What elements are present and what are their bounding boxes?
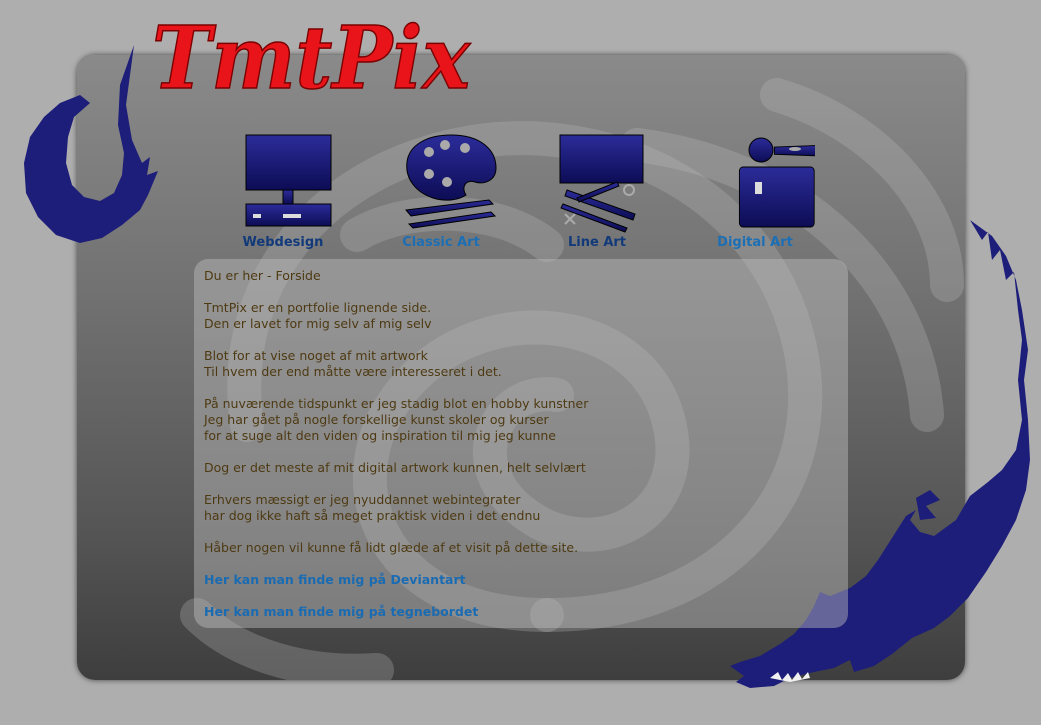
nav-label: Line Art [567,235,627,250]
text-line: Blot for at vise noget af mit artwork [204,348,428,363]
text-line: På nuværende tidspunkt er jeg stadig blo… [204,396,589,411]
nav-webdesign[interactable]: Webdesign [208,130,358,255]
palette-icon [405,134,497,229]
paragraph-work: Erhvers mæssigt er jeg nyuddannet webint… [204,492,834,524]
paragraph-hobby: På nuværende tidspunkt er jeg stadig blo… [204,396,834,444]
paragraph-artwork: Blot for at vise noget af mit artwork Ti… [204,348,834,380]
text-line: Dog er det meste af mit digital artwork … [204,460,586,475]
monitor-icon [245,134,332,227]
breadcrumb: Du er her - Forside [204,268,321,283]
nav-digital-art[interactable]: Digital Art [680,130,830,255]
site-logo: TmtPix [151,7,472,105]
nav-classic-art[interactable]: Classic Art [366,130,516,255]
nav-line-art[interactable]: Line Art [522,130,672,255]
nav-label: Webdesign [242,235,324,250]
dragon-tail-decoration [24,45,158,243]
text-line: har dog ikke haft så meget praktisk vide… [204,508,541,523]
tablet-icon [738,137,815,228]
content-box: Du er her - Forside TmtPix er en portfol… [194,259,848,628]
text-line: Håber nogen vil kunne få lidt glæde af e… [204,540,579,555]
paragraph-welcome: Håber nogen vil kunne få lidt glæde af e… [204,540,834,556]
text-line: Erhvers mæssigt er jeg nyuddannet webint… [204,492,521,507]
page: TmtPix Webdesign Classic Art Line Art Di… [0,0,1041,725]
text-line: Den er lavet for mig selv af mig selv [204,316,432,331]
tegnebordet-link[interactable]: Her kan man finde mig på tegnebordet [204,604,834,620]
paragraph-digital: Dog er det meste af mit digital artwork … [204,460,834,476]
content-text: Du er her - Forside TmtPix er en portfol… [204,268,834,636]
text-line: Jeg har gået på nogle forskellige kunst … [204,412,549,427]
text-line: Til hvem der end måtte være interesseret… [204,364,502,379]
easel-icon [559,134,644,233]
text-line: TmtPix er en portfolie lignende side. [204,300,432,315]
nav-label: Classic Art [402,235,480,250]
text-line: for at suge alt den viden og inspiration… [204,428,556,443]
logo-text: TmtPix [152,8,472,105]
nav-label: Digital Art [717,235,793,250]
deviantart-link[interactable]: Her kan man finde mig på Deviantart [204,572,834,588]
paragraph-intro: TmtPix er en portfolie lignende side. De… [204,300,834,332]
